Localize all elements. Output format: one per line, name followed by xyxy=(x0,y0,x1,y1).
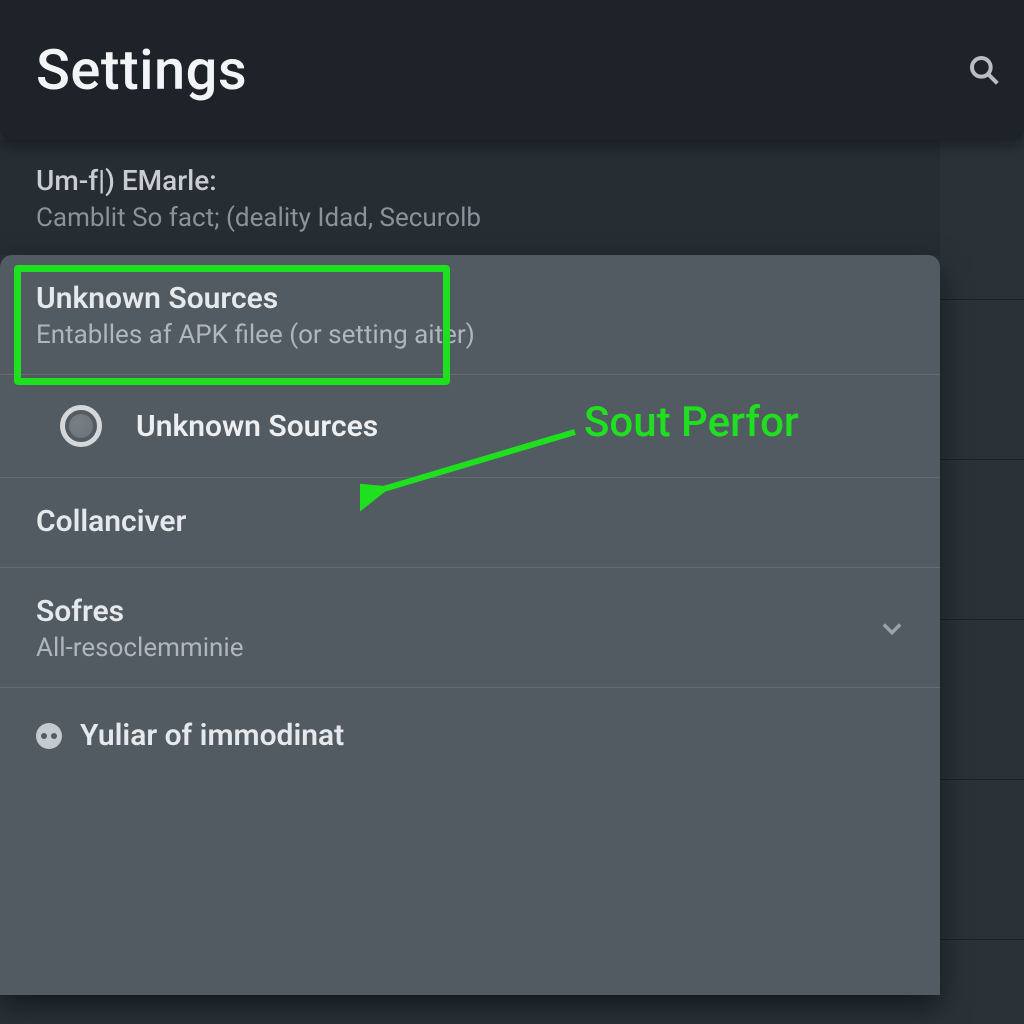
page-title: Settings xyxy=(36,37,247,103)
account-title: Um-f|) EMarle: xyxy=(36,164,988,197)
right-rail xyxy=(940,140,1024,1024)
rail-cell xyxy=(940,620,1024,780)
sofres-title: Sofres xyxy=(36,594,904,629)
collanciver-row[interactable]: Collanciver xyxy=(0,478,940,568)
sofres-row[interactable]: Sofres All-resoclemminie xyxy=(0,568,940,688)
unknown-sources-row[interactable]: Unknown Sources Entablles af APK filee (… xyxy=(0,255,940,375)
unknown-sources-title: Unknown Sources xyxy=(36,281,904,316)
account-section[interactable]: Um-f|) EMarle: Camblit So fact; (deality… xyxy=(0,140,1024,255)
account-subtitle: Camblit So fact; (deality Idad, Securolb xyxy=(36,203,988,233)
chevron-down-icon xyxy=(878,614,906,642)
rail-cell xyxy=(940,140,1024,300)
unknown-sources-radio[interactable] xyxy=(60,405,102,447)
rail-cell xyxy=(940,300,1024,460)
search-button[interactable] xyxy=(962,48,1006,92)
yuliar-label: Yuliar of immodinat xyxy=(80,718,344,753)
settings-panel: Unknown Sources Entablles af APK filee (… xyxy=(0,255,940,995)
sofres-subtitle: All-resoclemminie xyxy=(36,633,904,663)
unknown-sources-radio-label: Unknown Sources xyxy=(136,409,378,444)
search-icon xyxy=(968,54,1000,86)
yuliar-row[interactable]: Yuliar of immodinat xyxy=(0,688,940,783)
unknown-sources-radio-row[interactable]: Unknown Sources xyxy=(0,375,940,478)
rail-cell xyxy=(940,460,1024,620)
collanciver-title: Collanciver xyxy=(36,504,904,539)
unknown-sources-subtitle: Entablles af APK filee (or setting aiter… xyxy=(36,320,904,350)
face-icon xyxy=(36,723,62,749)
rail-cell xyxy=(940,780,1024,940)
app-header: Settings xyxy=(0,0,1024,140)
